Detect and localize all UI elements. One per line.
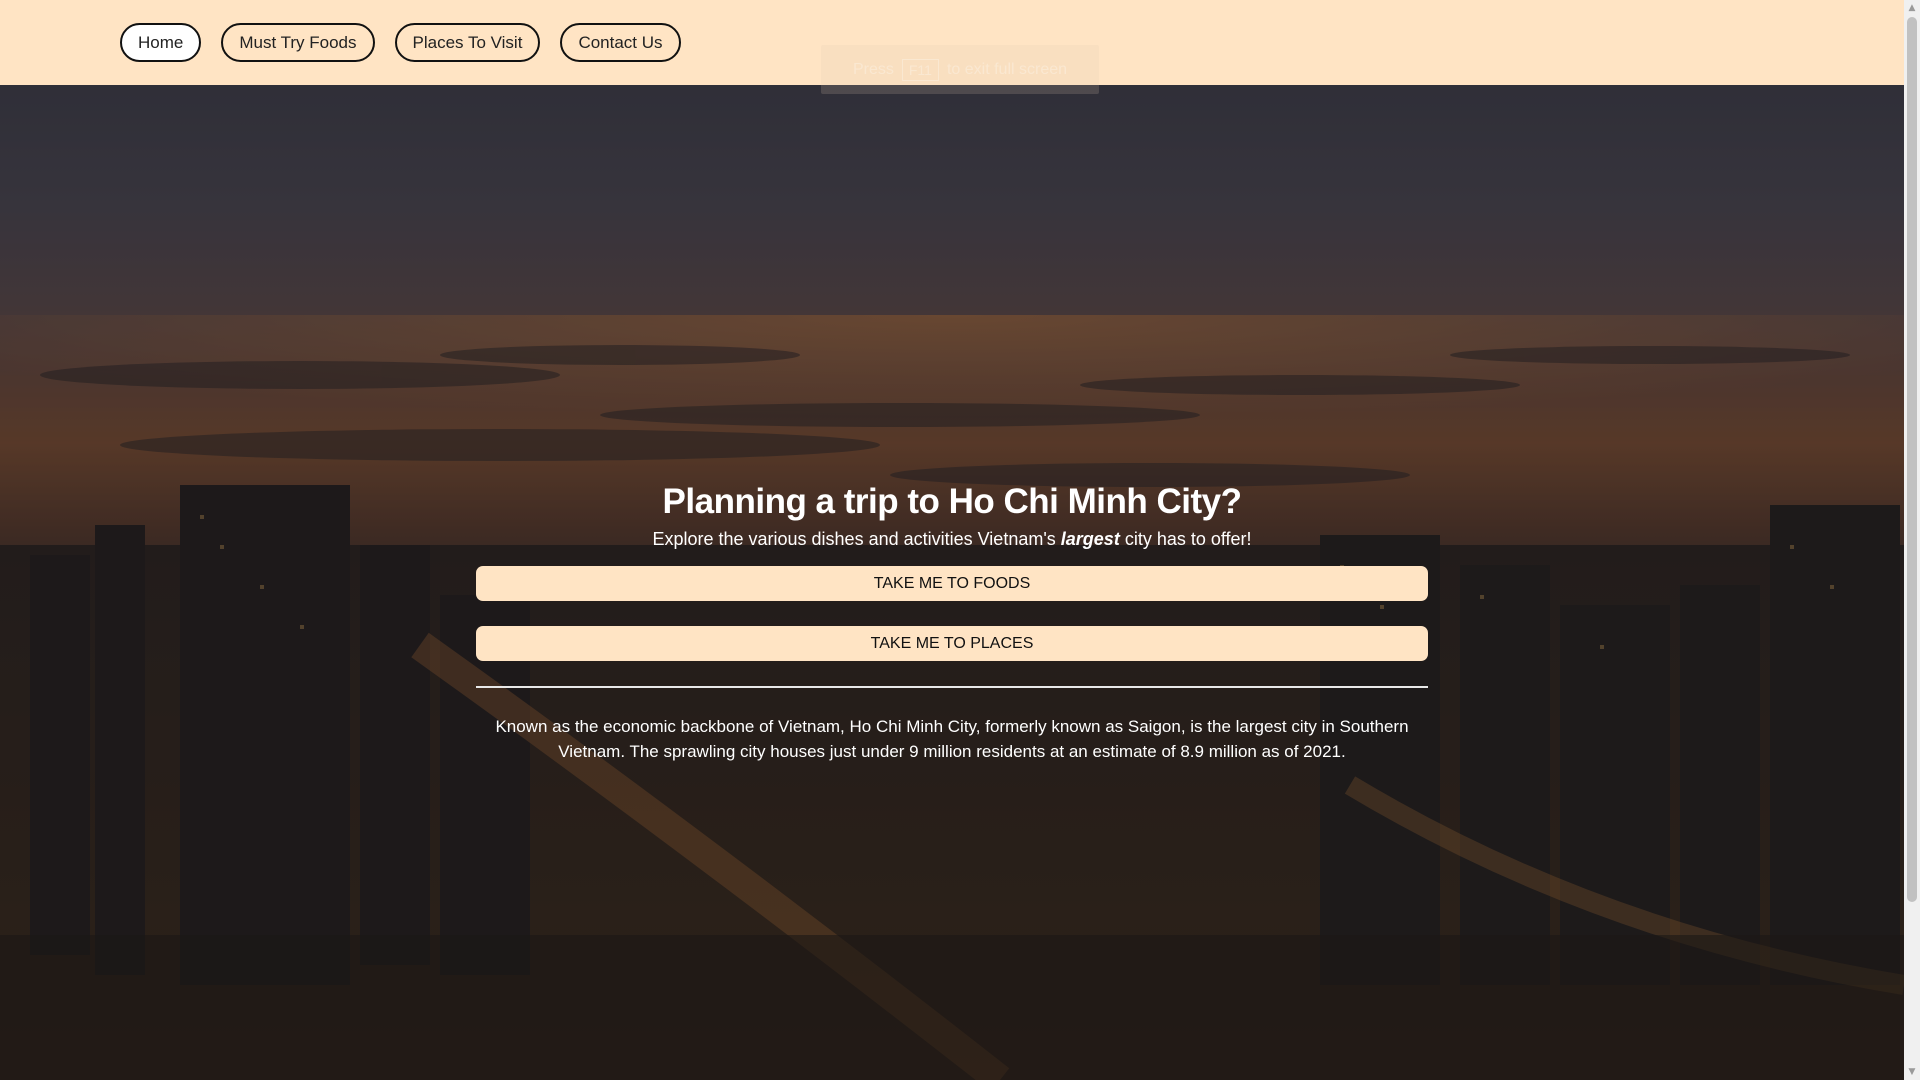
subtitle-text-after: city has to offer! (1119, 529, 1252, 549)
scrollbar-thumb[interactable] (1907, 17, 1917, 902)
hero-subtitle: Explore the various dishes and activitie… (476, 526, 1428, 552)
take-me-to-places-button[interactable]: TAKE ME TO PLACES (476, 626, 1428, 661)
page-title: Planning a trip to Ho Chi Minh City? (662, 482, 1242, 521)
fullscreen-exit-hint: Press F11 to exit full screen (821, 45, 1099, 94)
fullscreen-hint-text: to exit full screen (946, 60, 1068, 78)
nav-places-to-visit-button[interactable]: Places To Visit (394, 23, 541, 62)
fullscreen-hint-press: Press (852, 60, 894, 78)
hero-content: Planning a trip to Ho Chi Minh City? Exp… (476, 480, 1428, 764)
nav-must-try-foods-button[interactable]: Must Try Foods (221, 23, 375, 62)
city-description: Known as the economic backbone of Vietna… (495, 717, 1409, 761)
fullscreen-hint-key: F11 (901, 58, 939, 81)
nav-home-button[interactable]: Home (120, 23, 202, 62)
page: Home Must Try Foods Places To Visit Cont… (0, 0, 1904, 1080)
scroll-up-arrow-icon[interactable]: ▲ (1904, 0, 1920, 16)
subtitle-emphasis: largest (1060, 529, 1120, 549)
nav-contact-us-button[interactable]: Contact Us (560, 23, 681, 62)
subtitle-text-before: Explore the various dishes and activitie… (652, 529, 1061, 549)
scroll-down-arrow-icon[interactable]: ▼ (1904, 1064, 1920, 1080)
page-scrollbar[interactable]: ▲ ▼ (1904, 0, 1920, 1080)
take-me-to-foods-button[interactable]: TAKE ME TO FOODS (476, 566, 1428, 601)
content-divider (476, 686, 1428, 688)
